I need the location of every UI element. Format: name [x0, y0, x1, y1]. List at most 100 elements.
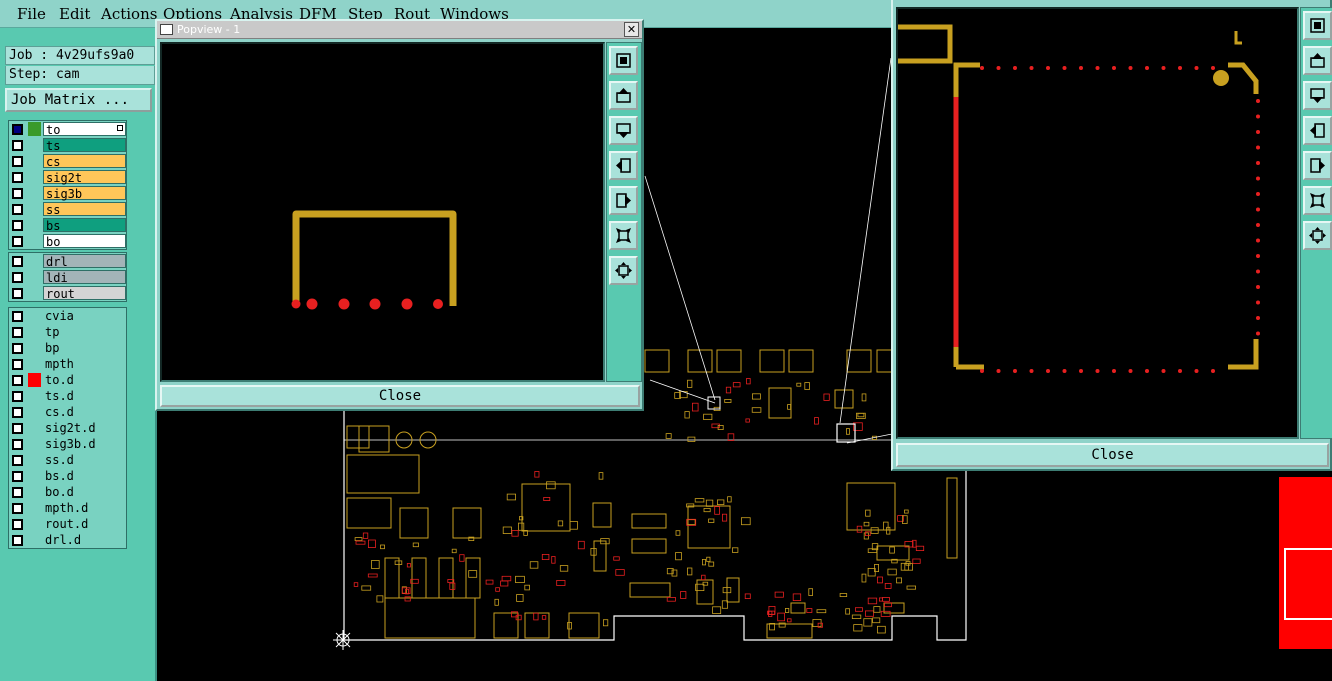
- layer-checkbox[interactable]: [12, 288, 23, 299]
- layer-row-ts[interactable]: ts: [9, 137, 126, 153]
- expand-button-2[interactable]: [1303, 221, 1332, 250]
- layer-row-ss-d[interactable]: ss.d: [9, 452, 126, 468]
- menu-actions[interactable]: Actions: [101, 5, 157, 23]
- menu-edit[interactable]: Edit: [59, 5, 90, 23]
- layer-name[interactable]: cs: [43, 154, 126, 169]
- zoom-in-button[interactable]: [609, 46, 638, 75]
- close-icon[interactable]: ✕: [624, 22, 639, 37]
- layer-checkbox[interactable]: [12, 140, 23, 151]
- layer-checkbox[interactable]: [12, 535, 23, 546]
- layer-name[interactable]: tp: [43, 325, 126, 339]
- layer-row-sig3b-d[interactable]: sig3b.d: [9, 436, 126, 452]
- layer-name[interactable]: sig3b: [43, 186, 126, 201]
- pan-up-button-2[interactable]: [1303, 46, 1332, 75]
- zoom-in-button-2[interactable]: [1303, 11, 1332, 40]
- pan-left-button-2[interactable]: [1303, 116, 1332, 145]
- layer-name[interactable]: ts: [43, 138, 126, 153]
- layer-name[interactable]: to.d: [43, 373, 126, 387]
- layer-row-to-d[interactable]: to.d: [9, 372, 126, 388]
- layer-checkbox[interactable]: [12, 124, 23, 135]
- layer-name[interactable]: cs.d: [43, 405, 126, 419]
- layer-checkbox[interactable]: [12, 236, 23, 247]
- layer-row-rout[interactable]: rout: [9, 285, 126, 301]
- layer-row-bs-d[interactable]: bs.d: [9, 468, 126, 484]
- layer-checkbox[interactable]: [12, 272, 23, 283]
- layer-name[interactable]: rout.d: [43, 517, 126, 531]
- popview-close-button[interactable]: Close: [160, 385, 640, 407]
- pan-up-button[interactable]: [609, 81, 638, 110]
- layer-name[interactable]: ss: [43, 202, 126, 217]
- layer-name[interactable]: bp: [43, 341, 126, 355]
- layer-checkbox[interactable]: [12, 311, 23, 322]
- layer-name[interactable]: sig2t: [43, 170, 126, 185]
- layer-checkbox[interactable]: [12, 471, 23, 482]
- layer-menu-icon[interactable]: [117, 125, 123, 131]
- layer-name[interactable]: drl.d: [43, 533, 126, 547]
- layer-row-bo[interactable]: bo: [9, 233, 126, 249]
- layer-row-rout-d[interactable]: rout.d: [9, 516, 126, 532]
- layer-row-ss[interactable]: ss: [9, 201, 126, 217]
- layer-color-swatch[interactable]: [28, 122, 41, 136]
- layer-checkbox[interactable]: [12, 204, 23, 215]
- job-matrix-button[interactable]: Job Matrix ...: [5, 88, 152, 112]
- layer-row-cs[interactable]: cs: [9, 153, 126, 169]
- layer-row-sig3b[interactable]: sig3b: [9, 185, 126, 201]
- layer-row-sig2t[interactable]: sig2t: [9, 169, 126, 185]
- layer-row-drl[interactable]: drl: [9, 253, 126, 269]
- popview-viewport[interactable]: [160, 42, 605, 382]
- layer-name[interactable]: ss.d: [43, 453, 126, 467]
- pan-right-button-2[interactable]: [1303, 151, 1332, 180]
- layer-name[interactable]: to: [43, 122, 126, 137]
- layer-checkbox[interactable]: [12, 375, 23, 386]
- fit-button[interactable]: [609, 221, 638, 250]
- layer-checkbox[interactable]: [12, 359, 23, 370]
- layer-name[interactable]: rout: [43, 286, 126, 301]
- popview-2-close-button[interactable]: Close: [896, 443, 1329, 467]
- layer-row-bo-d[interactable]: bo.d: [9, 484, 126, 500]
- layer-row-sig2t-d[interactable]: sig2t.d: [9, 420, 126, 436]
- layer-row-cs-d[interactable]: cs.d: [9, 404, 126, 420]
- layer-checkbox[interactable]: [12, 156, 23, 167]
- layer-name[interactable]: bo: [43, 234, 126, 249]
- layer-name[interactable]: sig2t.d: [43, 421, 126, 435]
- layer-row-tp[interactable]: tp: [9, 324, 126, 340]
- layer-row-to[interactable]: to: [9, 121, 126, 137]
- pan-right-button[interactable]: [609, 186, 638, 215]
- layer-name[interactable]: drl: [43, 254, 126, 269]
- layer-checkbox[interactable]: [12, 327, 23, 338]
- layer-row-ldi[interactable]: ldi: [9, 269, 126, 285]
- layer-checkbox[interactable]: [12, 487, 23, 498]
- pan-down-button-2[interactable]: [1303, 81, 1332, 110]
- layer-checkbox[interactable]: [12, 343, 23, 354]
- menu-file[interactable]: File: [17, 5, 46, 23]
- layer-checkbox[interactable]: [12, 172, 23, 183]
- layer-checkbox[interactable]: [12, 407, 23, 418]
- layer-checkbox[interactable]: [12, 439, 23, 450]
- layer-row-bp[interactable]: bp: [9, 340, 126, 356]
- layer-checkbox[interactable]: [12, 519, 23, 530]
- layer-name[interactable]: bs: [43, 218, 126, 233]
- layer-name[interactable]: cvia: [43, 309, 126, 323]
- layer-row-bs[interactable]: bs: [9, 217, 126, 233]
- expand-button[interactable]: [609, 256, 638, 285]
- layer-checkbox[interactable]: [12, 256, 23, 267]
- layer-name[interactable]: ldi: [43, 270, 126, 285]
- layer-checkbox[interactable]: [12, 188, 23, 199]
- popview-2-viewport[interactable]: [896, 7, 1299, 439]
- layer-row-mpth[interactable]: mpth: [9, 356, 126, 372]
- layer-name[interactable]: bo.d: [43, 485, 126, 499]
- layer-checkbox[interactable]: [12, 423, 23, 434]
- layer-checkbox[interactable]: [12, 503, 23, 514]
- fit-button-2[interactable]: [1303, 186, 1332, 215]
- layer-checkbox[interactable]: [12, 391, 23, 402]
- layer-row-mpth-d[interactable]: mpth.d: [9, 500, 126, 516]
- layer-checkbox[interactable]: [12, 220, 23, 231]
- layer-checkbox[interactable]: [12, 455, 23, 466]
- layer-row-ts-d[interactable]: ts.d: [9, 388, 126, 404]
- layer-row-cvia[interactable]: cvia: [9, 308, 126, 324]
- pan-down-button[interactable]: [609, 116, 638, 145]
- layer-name[interactable]: mpth: [43, 357, 126, 371]
- layer-name[interactable]: sig3b.d: [43, 437, 126, 451]
- layer-color-swatch[interactable]: [28, 373, 41, 387]
- pan-left-button[interactable]: [609, 151, 638, 180]
